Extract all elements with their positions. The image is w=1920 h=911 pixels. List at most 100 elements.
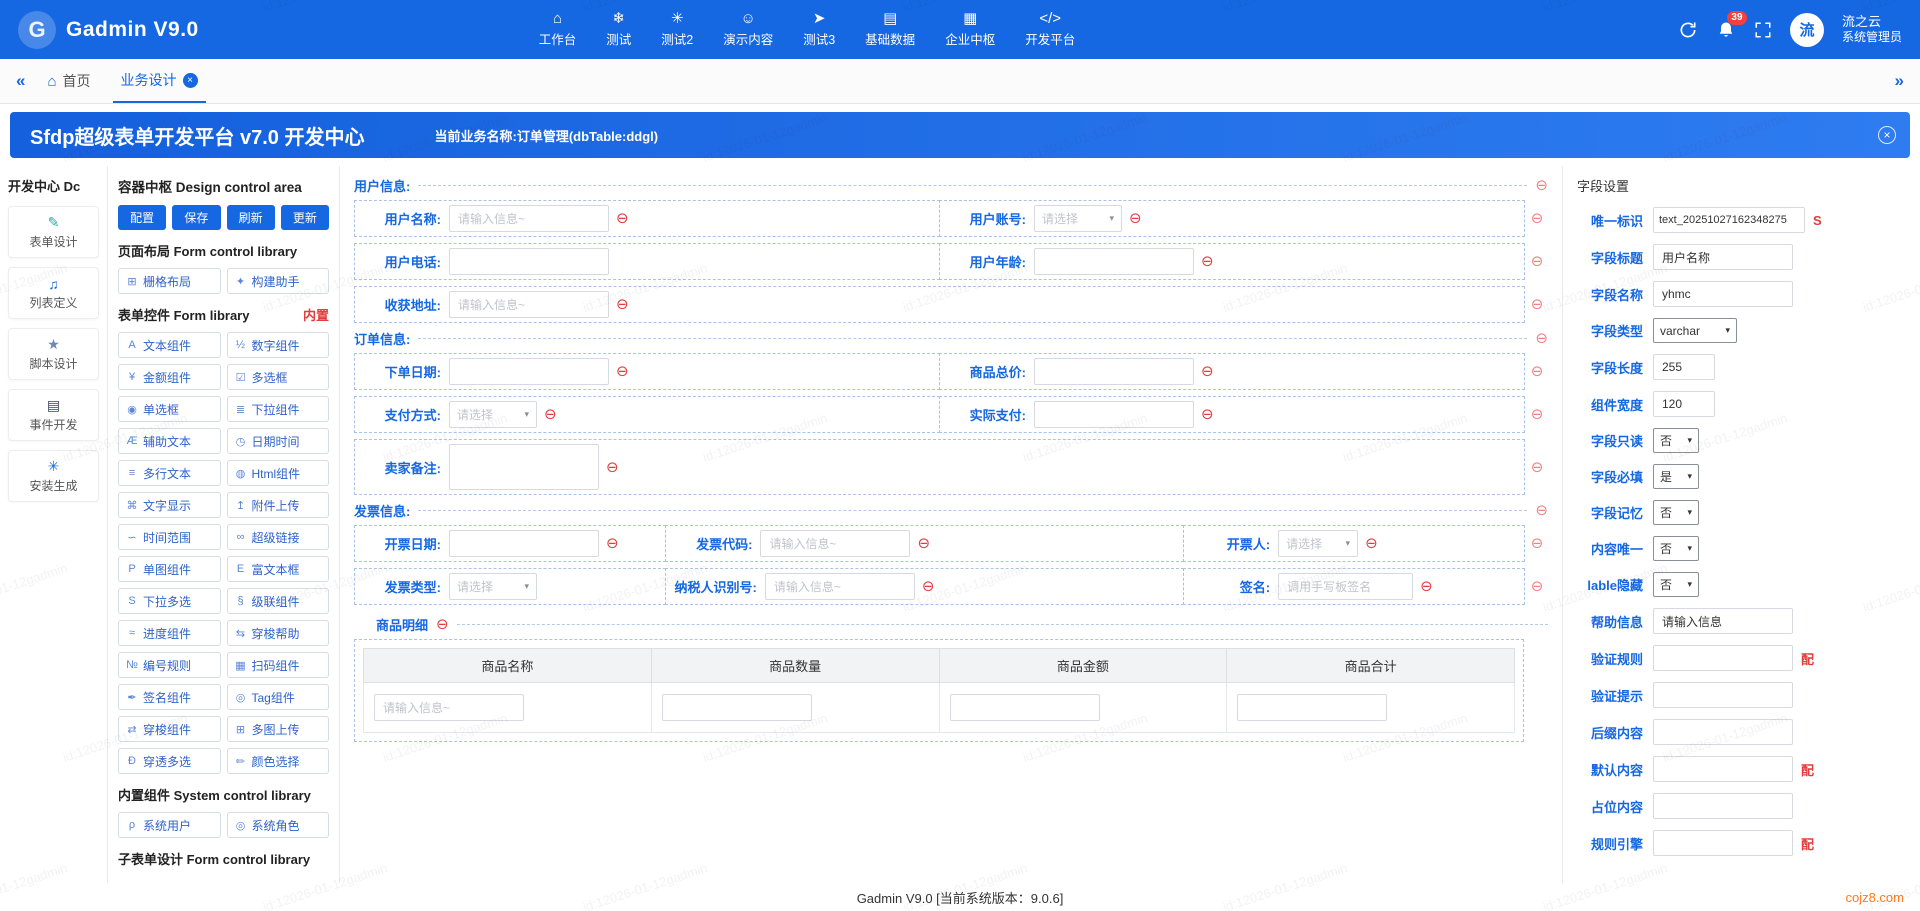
nav-item-dev-platform[interactable]: </>开发平台 (1015, 7, 1085, 52)
nav-item-base-data[interactable]: ▤基础数据 (855, 7, 925, 52)
setting-select[interactable]: 否▾ (1653, 428, 1699, 453)
control-item[interactable]: ⊞栅格布局 (118, 268, 221, 294)
remove-field-icon[interactable]: ⊖ (922, 579, 935, 594)
control-item[interactable]: ρ系统用户 (118, 812, 221, 838)
control-item[interactable]: ↥附件上传 (227, 492, 330, 518)
remove-field-icon[interactable]: ⊖ (616, 364, 629, 379)
setting-input[interactable] (1653, 756, 1793, 782)
field-input[interactable] (1034, 358, 1194, 385)
sidebar-item-install-generate[interactable]: ✳安装生成 (8, 450, 99, 502)
control-item[interactable]: ◍Html组件 (227, 460, 330, 486)
fullscreen-icon[interactable] (1754, 21, 1772, 39)
remove-row-icon[interactable]: ⊖ (1526, 243, 1548, 280)
control-item[interactable]: ✏颜色选择 (227, 748, 330, 774)
detail-input[interactable] (374, 694, 524, 721)
control-item[interactable]: A文本组件 (118, 332, 221, 358)
remove-group-icon[interactable]: ⊖ (1535, 331, 1548, 346)
control-item[interactable]: ☑多选框 (227, 364, 330, 390)
control-item[interactable]: Ð穿透多选 (118, 748, 221, 774)
control-item[interactable]: ½数字组件 (227, 332, 330, 358)
field-input[interactable] (449, 358, 609, 385)
logo[interactable]: G (18, 11, 56, 49)
remove-field-icon[interactable]: ⊖ (616, 211, 629, 226)
setting-suffix[interactable]: 配 (1801, 760, 1814, 779)
setting-suffix[interactable]: S (1813, 213, 1822, 228)
field-select[interactable]: 请选择▾ (1278, 530, 1358, 557)
detail-input[interactable] (950, 694, 1100, 721)
remove-field-icon[interactable]: ⊖ (1201, 407, 1214, 422)
control-item[interactable]: ¥金额组件 (118, 364, 221, 390)
setting-suffix[interactable]: 配 (1801, 649, 1814, 668)
field-select[interactable]: 请选择▾ (449, 573, 537, 600)
remove-row-icon[interactable]: ⊖ (1526, 286, 1548, 323)
tab-business-design[interactable]: 业务设计 × (113, 59, 206, 103)
remove-field-icon[interactable]: ⊖ (606, 460, 619, 475)
sidebar-item-event-dev[interactable]: ▤事件开发 (8, 389, 99, 441)
setting-select[interactable]: 否▾ (1653, 500, 1699, 525)
nav-item-workbench[interactable]: ⌂工作台 (529, 7, 587, 52)
field-input[interactable] (765, 573, 915, 600)
field-input[interactable] (1278, 573, 1413, 600)
tabs-scroll-right[interactable]: » (1895, 71, 1904, 91)
nav-item-test2[interactable]: ✳测试2 (651, 7, 703, 52)
remove-detail-icon[interactable]: ⊖ (436, 617, 449, 632)
tabs-scroll-left[interactable]: « (16, 71, 25, 91)
setting-input[interactable] (1653, 830, 1793, 856)
refresh-icon[interactable] (1678, 20, 1698, 40)
control-item[interactable]: ▦扫码组件 (227, 652, 330, 678)
control-item[interactable]: ✦构建助手 (227, 268, 330, 294)
setting-input[interactable] (1653, 391, 1715, 417)
remove-field-icon[interactable]: ⊖ (1201, 364, 1214, 379)
remove-field-icon[interactable]: ⊖ (1420, 579, 1433, 594)
remove-field-icon[interactable]: ⊖ (606, 536, 619, 551)
field-input[interactable] (449, 291, 609, 318)
remove-row-icon[interactable]: ⊖ (1526, 353, 1548, 390)
remove-row-icon[interactable]: ⊖ (1526, 200, 1548, 237)
control-item[interactable]: ⊞多图上传 (227, 716, 330, 742)
setting-select[interactable]: varchar▾ (1653, 318, 1737, 343)
avatar[interactable]: 流 (1790, 13, 1824, 47)
notifications-button[interactable]: 39 (1716, 20, 1736, 40)
refresh-button[interactable]: 刷新 (227, 205, 275, 230)
control-item[interactable]: ⌘文字显示 (118, 492, 221, 518)
field-input[interactable] (1034, 401, 1194, 428)
save-button[interactable]: 保存 (172, 205, 220, 230)
sidebar-item-script-design[interactable]: ★脚本设计 (8, 328, 99, 380)
detail-input[interactable] (662, 694, 812, 721)
setting-select[interactable]: 否▾ (1653, 536, 1699, 561)
remove-field-icon[interactable]: ⊖ (544, 407, 557, 422)
setting-input[interactable] (1653, 645, 1793, 671)
update-button[interactable]: 更新 (281, 205, 329, 230)
remove-field-icon[interactable]: ⊖ (917, 536, 930, 551)
setting-select[interactable]: 否▾ (1653, 572, 1699, 597)
setting-select[interactable]: 是▾ (1653, 464, 1699, 489)
control-item[interactable]: ∞超级链接 (227, 524, 330, 550)
setting-input[interactable] (1653, 207, 1805, 233)
control-item[interactable]: ≡多行文本 (118, 460, 221, 486)
setting-suffix[interactable]: 配 (1801, 834, 1814, 853)
control-item[interactable]: №编号规则 (118, 652, 221, 678)
control-item[interactable]: ≈进度组件 (118, 620, 221, 646)
field-input[interactable] (449, 530, 599, 557)
setting-input[interactable] (1653, 281, 1793, 307)
control-item[interactable]: ◉单选框 (118, 396, 221, 422)
field-input[interactable] (449, 205, 609, 232)
nav-item-demo-content[interactable]: ☺演示内容 (713, 7, 783, 52)
control-item[interactable]: §级联组件 (227, 588, 330, 614)
sidebar-item-list-define[interactable]: ♫列表定义 (8, 267, 99, 319)
site-link[interactable]: cojz8.com (1845, 890, 1904, 905)
field-input[interactable] (1034, 248, 1194, 275)
control-item[interactable]: Æ辅助文本 (118, 428, 221, 454)
control-item[interactable]: ◎系统角色 (227, 812, 330, 838)
setting-input[interactable] (1653, 354, 1715, 380)
nav-item-test3[interactable]: ➤测试3 (793, 7, 845, 52)
sidebar-item-form-design[interactable]: ✎表单设计 (8, 206, 99, 258)
nav-item-enterprise-hub[interactable]: ▦企业中枢 (935, 7, 1005, 52)
setting-input[interactable] (1653, 719, 1793, 745)
field-input[interactable] (449, 248, 609, 275)
setting-input[interactable] (1653, 682, 1793, 708)
control-item[interactable]: E富文本框 (227, 556, 330, 582)
control-item[interactable]: ⇆穿梭帮助 (227, 620, 330, 646)
config-button[interactable]: 配置 (118, 205, 166, 230)
setting-input[interactable] (1653, 793, 1793, 819)
